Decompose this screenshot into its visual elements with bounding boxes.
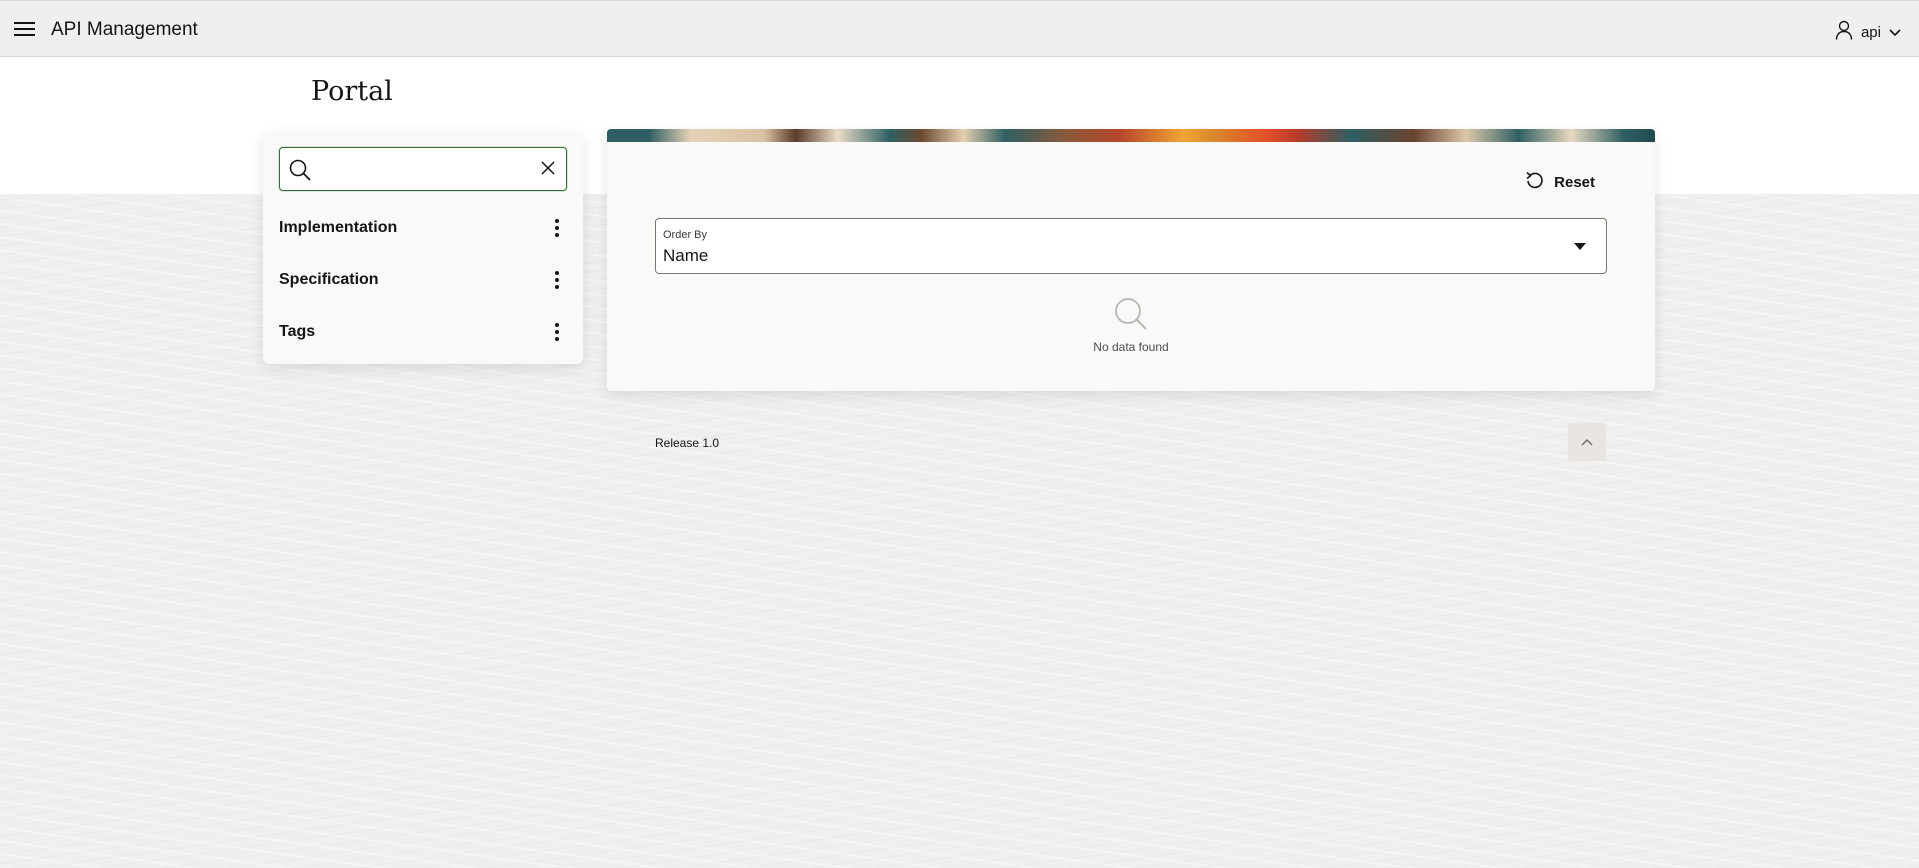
order-by-value: Name [663, 246, 709, 265]
empty-state: No data found [607, 297, 1655, 354]
order-by-select[interactable]: Order By Name [655, 218, 1607, 274]
kebab-icon[interactable] [547, 268, 567, 292]
top-bar: API Management api [0, 0, 1919, 57]
reset-label: Reset [1554, 174, 1595, 191]
facet-implementation[interactable]: Implementation [279, 208, 567, 248]
results-card: Reset Order By Name No data found [607, 129, 1655, 391]
facet-search [279, 147, 567, 191]
facet-label: Implementation [279, 219, 398, 236]
facet-specification[interactable]: Specification [279, 260, 567, 300]
close-icon[interactable] [540, 160, 556, 181]
page-title: Portal [311, 76, 393, 107]
undo-icon [1525, 170, 1545, 195]
chevron-down-icon [1889, 24, 1901, 42]
search-icon [1113, 298, 1149, 335]
decorative-banner [607, 129, 1655, 142]
hamburger-icon[interactable] [14, 21, 35, 37]
kebab-icon[interactable] [547, 320, 567, 344]
empty-state-text: No data found [1093, 340, 1169, 354]
search-icon [288, 158, 312, 187]
caret-down-icon [1574, 243, 1586, 250]
facet-label: Specification [279, 271, 379, 288]
user-menu[interactable]: api [1835, 20, 1901, 45]
scroll-to-top-button[interactable] [1568, 423, 1606, 461]
app-title: API Management [51, 19, 198, 40]
facet-tags[interactable]: Tags [279, 312, 567, 352]
facet-label: Tags [279, 323, 316, 340]
user-icon [1835, 20, 1853, 45]
order-by-label: Order By [663, 229, 708, 241]
search-input[interactable] [320, 156, 524, 184]
user-name: api [1860, 24, 1881, 41]
release-label: Release 1.0 [655, 436, 720, 450]
reset-button[interactable]: Reset [1525, 170, 1595, 195]
chevron-up-icon [1581, 433, 1593, 451]
facet-panel: Implementation Specification Tags [263, 132, 583, 364]
kebab-icon[interactable] [547, 216, 567, 240]
